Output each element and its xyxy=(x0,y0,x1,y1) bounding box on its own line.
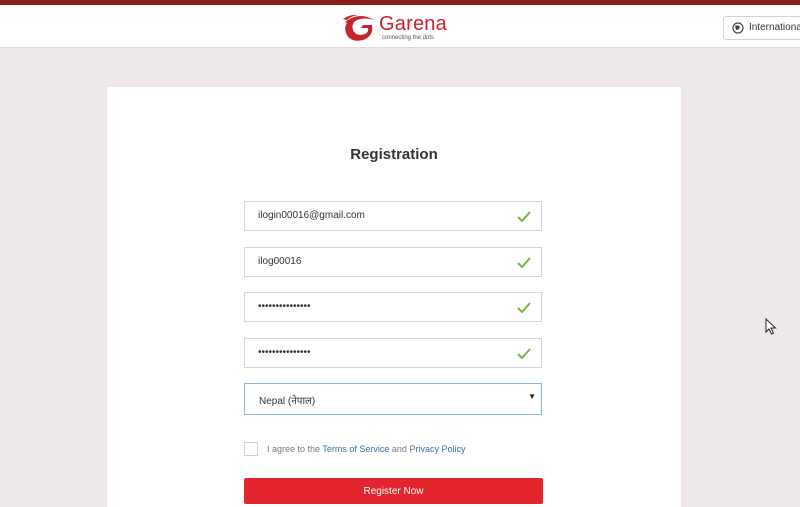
email-value: ilogin00016@gmail.com xyxy=(258,210,365,221)
username-field[interactable]: ilog00016 xyxy=(244,247,542,277)
privacy-link[interactable]: Privacy Policy xyxy=(409,444,465,454)
check-icon xyxy=(517,257,531,268)
confirm-password-field[interactable]: ••••••••••••••• xyxy=(244,338,542,368)
agree-and: and xyxy=(389,444,410,454)
confirm-password-value: ••••••••••••••• xyxy=(258,347,311,358)
garena-logo-icon xyxy=(343,14,374,41)
country-value: Nepal (नेपाल) xyxy=(259,396,316,407)
registration-card: Registration ilogin00016@gmail.com ilog0… xyxy=(107,87,681,507)
region-selector[interactable]: International xyxy=(723,16,800,40)
username-value: ilog00016 xyxy=(258,256,302,267)
check-icon xyxy=(517,211,531,222)
mouse-pointer-icon xyxy=(765,318,777,335)
check-icon xyxy=(517,348,531,359)
check-icon xyxy=(517,302,531,313)
region-label: International xyxy=(749,22,800,33)
brand-name: Garena xyxy=(379,13,447,35)
password-value: ••••••••••••••• xyxy=(258,301,311,312)
email-field[interactable]: ilogin00016@gmail.com xyxy=(244,201,542,231)
country-select[interactable]: Nepal (नेपाल) ▼ xyxy=(244,383,542,415)
agree-text: I agree to the Terms of Service and Priv… xyxy=(267,444,465,454)
agree-checkbox[interactable] xyxy=(244,442,258,456)
caret-down-icon: ▼ xyxy=(528,392,536,401)
header: Garena connecting the dots International xyxy=(0,5,800,48)
globe-icon xyxy=(732,22,744,34)
terms-link[interactable]: Terms of Service xyxy=(322,444,389,454)
page-title: Registration xyxy=(350,146,438,163)
password-field[interactable]: ••••••••••••••• xyxy=(244,292,542,322)
brand-tagline: connecting the dots xyxy=(382,35,435,41)
register-button[interactable]: Register Now xyxy=(244,478,543,504)
agree-prefix: I agree to the xyxy=(267,444,323,454)
